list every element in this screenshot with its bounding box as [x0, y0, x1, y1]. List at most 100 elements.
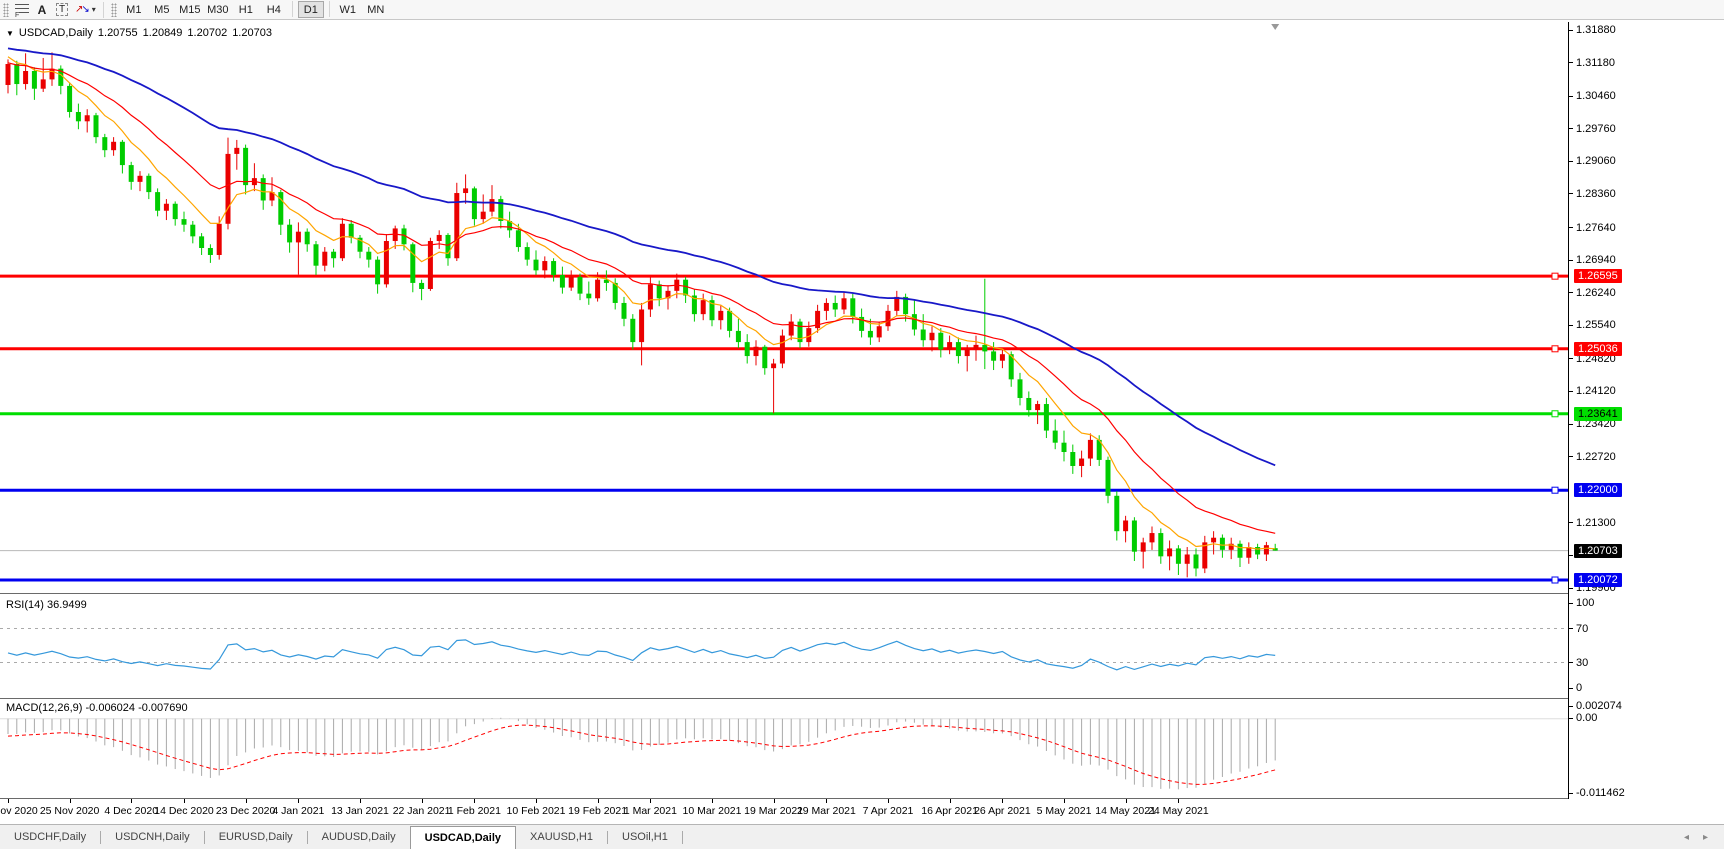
tick-label: 1.29760 — [1576, 122, 1616, 135]
date-tick-label: 10 Feb 2021 — [506, 805, 566, 817]
timeframe-button-m30[interactable]: M30 — [205, 1, 231, 18]
candle-body — [718, 310, 724, 321]
date-tick-mark — [184, 799, 185, 803]
candle-body — [656, 284, 662, 299]
toolbar-drag-handle[interactable] — [110, 2, 117, 17]
tick-label: 1.27640 — [1576, 221, 1616, 234]
candle-body — [683, 279, 689, 296]
toolbar-drag-handle[interactable] — [3, 2, 9, 17]
candle-body — [287, 224, 293, 243]
price-close: 1.20703 — [232, 27, 272, 39]
date-tick-mark — [888, 799, 889, 803]
text-label-tool-icon[interactable]: T — [52, 1, 72, 19]
timeframe-button-m1[interactable]: M1 — [121, 1, 147, 18]
candle-body — [771, 363, 777, 369]
candle-body — [929, 332, 935, 341]
candle-body — [146, 175, 152, 193]
line-drag-handle[interactable] — [1551, 410, 1559, 418]
candle-body — [260, 178, 266, 201]
date-tick-mark — [536, 799, 537, 803]
candle-body — [234, 147, 240, 154]
candle-body — [955, 342, 961, 357]
candle-body — [463, 188, 469, 194]
candle-body — [111, 141, 117, 151]
chart-shift-marker-icon[interactable] — [1271, 24, 1280, 30]
tick-label: 1.31880 — [1576, 24, 1616, 36]
candle-body — [1087, 439, 1093, 459]
candle-body — [366, 251, 372, 260]
candle-body — [339, 223, 345, 259]
chart-tab-audusd[interactable]: AUDUSD,Daily — [308, 825, 410, 849]
candle-body — [295, 231, 301, 243]
candle-body — [876, 326, 882, 338]
candle-body — [823, 302, 829, 311]
candle-body — [885, 310, 891, 327]
candle-body — [788, 321, 794, 336]
chart-tab-xauusd[interactable]: XAUUSD,H1 — [516, 825, 607, 849]
candle-body — [1026, 397, 1032, 411]
candle-body — [1263, 545, 1269, 555]
text-tool-icon[interactable]: A — [32, 1, 52, 19]
candle-body — [1246, 547, 1252, 558]
candle-body — [243, 147, 249, 186]
chart-tab-usdcnh[interactable]: USDCNH,Daily — [101, 825, 204, 849]
chart-window: ▼ USDCAD,Daily 1.20755 1.20849 1.20702 1… — [0, 21, 1724, 823]
candle-body — [1193, 554, 1199, 569]
timeframe-button-h4[interactable]: H4 — [261, 1, 287, 18]
candle-body — [586, 293, 592, 299]
date-tick-mark — [69, 799, 71, 803]
tick-mark — [1569, 602, 1573, 604]
candle-body — [524, 247, 530, 260]
price-axis[interactable]: 1.31880 1.31180 1.30460 1.29760 1.29060 1.283… — [1569, 21, 1724, 799]
toolbar-separator — [102, 1, 104, 18]
timeframe-button-m15[interactable]: M15 — [177, 1, 203, 18]
line-drag-handle[interactable] — [1551, 486, 1559, 494]
candle-body — [410, 244, 416, 283]
timeframe-button-w1[interactable]: W1 — [335, 1, 361, 18]
timeframe-button-d1[interactable]: D1 — [297, 1, 324, 18]
tab-scroll-right-icon[interactable]: ▸ — [1703, 832, 1708, 843]
candle-body — [331, 251, 337, 259]
line-drag-handle[interactable] — [1551, 576, 1559, 584]
price-level-badge-1.20072[interactable]: 1.20072 — [1574, 573, 1622, 587]
fibonacci-tool-icon[interactable]: F — [12, 1, 32, 19]
date-tick-label: 24 May 2021 — [1148, 805, 1209, 817]
tab-scroll-left-icon[interactable]: ◂ — [1684, 832, 1689, 843]
chart-tab-usdchf[interactable]: USDCHF,Daily — [0, 825, 100, 849]
line-drag-handle[interactable] — [1551, 272, 1559, 280]
tick-label: 0.002074 — [1576, 700, 1622, 712]
current-price-badge[interactable]: 1.20703 — [1574, 543, 1622, 558]
date-axis[interactable]: 16 Nov 202025 Nov 2020 4 Dec 202014 Dec 2… — [0, 799, 1724, 822]
line-drag-handle[interactable] — [1551, 345, 1559, 353]
timeframe-button-m5[interactable]: M5 — [149, 1, 175, 18]
timeframe-button-mn[interactable]: MN — [363, 1, 389, 18]
rsi-indicator-panel[interactable] — [0, 594, 1568, 698]
candle-body — [1043, 404, 1049, 431]
symbol-collapse-icon[interactable]: ▼ — [6, 29, 14, 38]
timeframe-button-h1[interactable]: H1 — [233, 1, 259, 18]
price-level-badge-1.22000[interactable]: 1.22000 — [1574, 483, 1622, 498]
date-tick-mark — [1125, 799, 1127, 803]
macd-indicator-panel[interactable] — [0, 699, 1568, 798]
main-price-chart[interactable] — [0, 22, 1568, 593]
tick-mark — [1569, 193, 1573, 195]
candle-body — [938, 332, 944, 350]
date-tick-mark — [1002, 799, 1004, 803]
price-level-badge-1.25036[interactable]: 1.25036 — [1574, 341, 1622, 356]
candle-body — [181, 219, 187, 225]
tick-label: 30 — [1576, 656, 1589, 669]
tick-mark — [1569, 705, 1573, 707]
chart-tab-usdcad[interactable]: USDCAD,Daily — [409, 826, 517, 849]
candle-body — [568, 276, 574, 288]
price-level-badge-1.26595[interactable]: 1.26595 — [1574, 269, 1622, 284]
date-tick-mark — [1064, 799, 1065, 803]
price-level-badge-1.23641[interactable]: 1.23641 — [1574, 406, 1622, 421]
chart-tab-eurusd[interactable]: EURUSD,Daily — [205, 825, 307, 849]
candle-body — [489, 199, 495, 212]
toolbar-separator — [328, 1, 330, 17]
date-tick-label: 29 Mar 2021 — [796, 805, 856, 817]
date-tick-label: 1 Mar 2021 — [623, 805, 677, 817]
chart-tab-usoil[interactable]: USOil,H1 — [608, 825, 682, 849]
arrows-tool-icon[interactable]: ↗ ↘ ▾ — [72, 1, 99, 19]
tick-label: 1.22720 — [1576, 450, 1616, 463]
